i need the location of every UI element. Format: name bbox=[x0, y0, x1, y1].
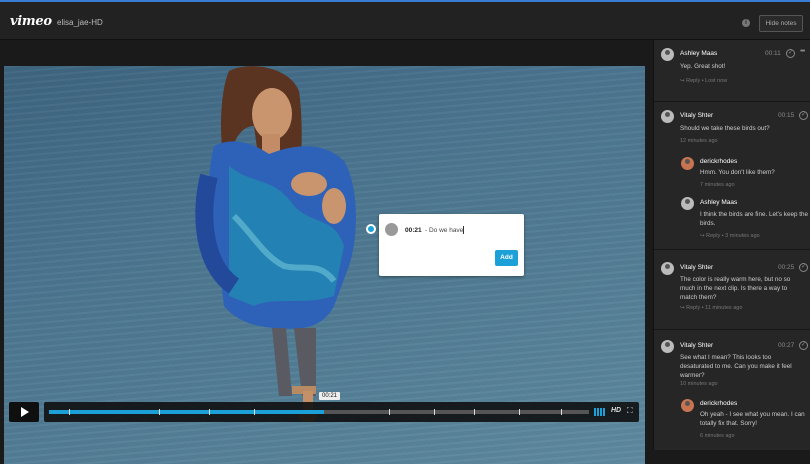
comment-thread: Ashley Maas 00:11 ✓ ••• Yep. Great shot!… bbox=[654, 40, 810, 102]
vimeo-logo[interactable]: vimeo bbox=[10, 14, 52, 29]
resolve-check-icon[interactable]: ✓ bbox=[799, 263, 808, 272]
resolve-check-icon[interactable]: ✓ bbox=[799, 341, 808, 350]
reply-author[interactable]: derickrhodes bbox=[700, 400, 737, 407]
comment-meta[interactable]: ↪ Reply • 11 minutes ago bbox=[680, 305, 742, 311]
reply-author[interactable]: Ashley Maas bbox=[700, 199, 737, 206]
resolve-check-icon[interactable]: ✓ bbox=[786, 49, 795, 58]
note-popup: 00:21 - Do we have Add bbox=[379, 214, 524, 276]
note-marker[interactable] bbox=[366, 224, 376, 234]
comment-meta[interactable]: ↪ Reply • Lost now bbox=[680, 78, 727, 84]
comment-author[interactable]: Vitaly Shter bbox=[680, 342, 713, 349]
player-controls: 00:21 HD ⛶ bbox=[4, 392, 645, 424]
comment-text: Yep. Great shot! bbox=[680, 63, 726, 70]
avatar bbox=[681, 197, 694, 210]
video-title: elisa_jae-HD bbox=[57, 18, 103, 27]
note-tick[interactable] bbox=[561, 409, 562, 415]
avatar bbox=[681, 157, 694, 170]
progress-fill bbox=[49, 410, 325, 414]
comment-thread: Vitaly Shter 00:15 ✓ Should we take thes… bbox=[654, 102, 810, 250]
avatar bbox=[661, 48, 674, 61]
note-input[interactable]: - Do we have bbox=[425, 227, 463, 234]
comment-thread: Vitaly Shter 00:27 ✓ See what I mean? Th… bbox=[654, 330, 810, 450]
note-tick[interactable] bbox=[254, 409, 255, 415]
note-tick[interactable] bbox=[474, 409, 475, 415]
comment-meta: 12 minutes ago bbox=[680, 138, 718, 144]
comment-meta: 10 minutes ago bbox=[680, 381, 718, 387]
reply-text: Hmm. You don't like them? bbox=[700, 169, 775, 176]
more-icon[interactable]: ••• bbox=[800, 48, 805, 55]
note-tick[interactable] bbox=[69, 409, 70, 415]
hd-toggle[interactable]: HD bbox=[611, 407, 621, 414]
avatar bbox=[661, 262, 674, 275]
volume-icon[interactable] bbox=[594, 408, 606, 416]
fullscreen-icon[interactable]: ⛶ bbox=[627, 407, 633, 415]
top-bar: vimeo elisa_jae-HD i Hide notes bbox=[0, 0, 810, 40]
avatar bbox=[661, 110, 674, 123]
avatar bbox=[681, 399, 694, 412]
comment-author[interactable]: Vitaly Shter bbox=[680, 264, 713, 271]
add-button[interactable]: Add bbox=[495, 250, 518, 266]
note-timestamp: 00:21 bbox=[405, 227, 422, 234]
progress-track[interactable] bbox=[49, 409, 589, 415]
scrubber-bar[interactable]: 00:21 HD ⛶ bbox=[44, 392, 639, 422]
info-icon[interactable]: i bbox=[742, 19, 750, 27]
note-tick[interactable] bbox=[519, 409, 520, 415]
reply-text: I think the birds are fine. Let's keep t… bbox=[700, 211, 808, 227]
hide-notes-button[interactable]: Hide notes bbox=[759, 15, 803, 32]
comment-author[interactable]: Vitaly Shter bbox=[680, 112, 713, 119]
resolve-check-icon[interactable]: ✓ bbox=[799, 111, 808, 120]
video-stage: 00:21 - Do we have Add 00:21 HD ⛶ bbox=[0, 40, 653, 464]
comment-timestamp[interactable]: 00:11 bbox=[765, 50, 781, 57]
note-tick[interactable] bbox=[159, 409, 160, 415]
comment-thread: Vitaly Shter 00:25 ✓ The color is really… bbox=[654, 250, 810, 330]
reply-author[interactable]: derickrhodes bbox=[700, 158, 737, 165]
comment-text: See what I mean? This looks too desatura… bbox=[680, 354, 792, 379]
avatar bbox=[385, 223, 398, 236]
comment-text: Should we take these birds out? bbox=[680, 125, 770, 132]
current-time-tooltip: 00:21 bbox=[319, 392, 341, 400]
note-tick[interactable] bbox=[434, 409, 435, 415]
text-caret bbox=[463, 226, 464, 234]
comment-text: The color is really warm here, but no so… bbox=[680, 276, 791, 301]
reply-meta: 7 minutes ago bbox=[700, 182, 735, 188]
avatar bbox=[661, 340, 674, 353]
note-tick[interactable] bbox=[209, 409, 210, 415]
reply-meta: 6 minutes ago bbox=[700, 433, 735, 439]
reply-meta[interactable]: ↪ Reply • 3 minutes ago bbox=[700, 233, 760, 239]
comment-author[interactable]: Ashley Maas bbox=[680, 50, 717, 57]
reply-text: Oh yeah - I see what you mean. I can tot… bbox=[700, 411, 805, 427]
comment-timestamp[interactable]: 00:15 bbox=[778, 112, 794, 119]
note-tick[interactable] bbox=[389, 409, 390, 415]
comment-timestamp[interactable]: 00:27 bbox=[778, 342, 794, 349]
comment-timestamp[interactable]: 00:25 bbox=[778, 264, 794, 271]
play-button[interactable] bbox=[9, 402, 39, 422]
notes-sidebar: Ashley Maas 00:11 ✓ ••• Yep. Great shot!… bbox=[653, 40, 810, 450]
